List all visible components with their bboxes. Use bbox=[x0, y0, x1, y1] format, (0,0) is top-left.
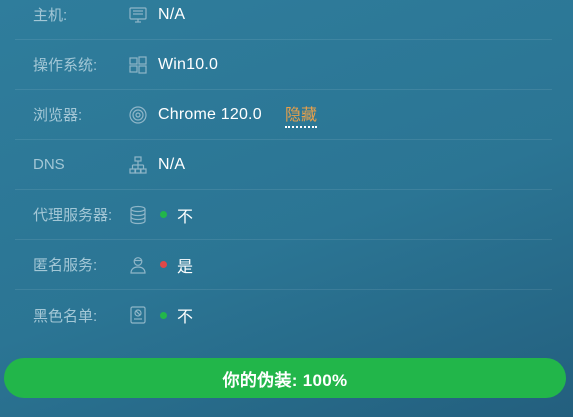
row-blacklist: 黑色名单: 不 bbox=[15, 290, 552, 340]
row-host: 主机: N/A bbox=[15, 0, 552, 40]
proxy-value: 不 bbox=[177, 208, 194, 226]
blacklist-status-dot bbox=[160, 311, 167, 319]
row-proxy: 代理服务器: 不 bbox=[15, 190, 552, 240]
os-label: 操作系统: bbox=[33, 57, 98, 74]
anonymous-status-dot bbox=[160, 261, 167, 268]
host-label: 主机: bbox=[33, 7, 68, 24]
browser-icon bbox=[127, 104, 149, 126]
database-icon bbox=[127, 204, 149, 226]
blacklist-label: 黑色名单: bbox=[33, 307, 98, 325]
blacklist-value: 不 bbox=[177, 309, 194, 326]
network-icon bbox=[127, 154, 149, 176]
os-value: Win10.0 bbox=[158, 55, 219, 73]
proxy-status-dot bbox=[160, 211, 167, 218]
anonymous-value: 是 bbox=[177, 258, 194, 276]
dns-value: N/A bbox=[158, 155, 186, 173]
dns-label: DNS bbox=[33, 156, 65, 173]
proxy-label: 代理服务器: bbox=[33, 207, 113, 224]
row-os: 操作系统: Win10.0 bbox=[15, 40, 552, 90]
info-table: 主机: N/A 操作系统: Win10.0 浏览器: Chrome 120.0 … bbox=[15, 0, 552, 340]
user-icon bbox=[127, 254, 149, 276]
hide-link[interactable]: 隐藏 bbox=[285, 101, 318, 128]
disguise-status-text: 你的伪装: 100% bbox=[222, 370, 348, 390]
host-value: N/A bbox=[158, 5, 186, 23]
monitor-icon bbox=[127, 4, 149, 26]
row-dns: DNS N/A bbox=[15, 140, 552, 190]
browser-label: 浏览器: bbox=[33, 107, 83, 124]
anonymous-label: 匿名服务: bbox=[33, 257, 98, 274]
row-anonymous: 匿名服务: 是 bbox=[15, 240, 552, 290]
blacklist-icon bbox=[127, 304, 149, 326]
windows-icon bbox=[127, 54, 149, 76]
browser-value: Chrome 120.0 bbox=[158, 105, 262, 123]
row-browser: 浏览器: Chrome 120.0 隐藏 bbox=[15, 90, 552, 140]
disguise-status-bar: 你的伪装: 100% bbox=[4, 358, 566, 398]
